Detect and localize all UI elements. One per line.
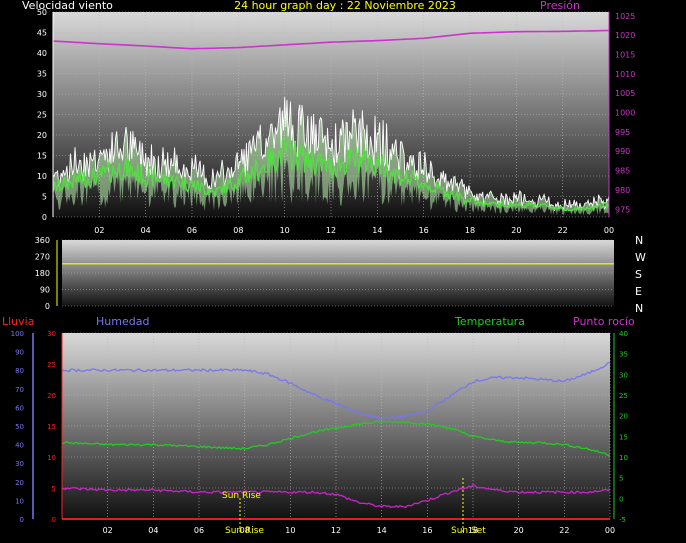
wind-tick-label: 20: [37, 131, 47, 140]
pressure-tick-label: 1020: [615, 31, 635, 40]
compass-label: S: [635, 268, 642, 281]
wind-tick-label: 10: [37, 172, 47, 181]
temperature-tick-label: 25: [619, 392, 628, 400]
pressure-tick-label: 1025: [615, 12, 635, 21]
humidity-tick-label: 10: [15, 497, 24, 505]
wind-x-tick-label: 20: [511, 226, 521, 235]
climate-x-tick-label: 00: [605, 526, 615, 535]
chart-title: 24 hour graph day : 22 Noviembre 2023: [234, 0, 456, 12]
weather-chart: 0510152025303540455097598098599099510001…: [2, 0, 646, 536]
humidity-tick-label: 80: [15, 367, 24, 375]
temperature-tick-label: 15: [619, 433, 628, 441]
climate-x-tick-label: 22: [559, 526, 569, 535]
wind-x-tick-label: 04: [141, 226, 151, 235]
humidity-label: Humedad: [96, 315, 149, 328]
temperature-tick-label: 20: [619, 413, 628, 421]
humidity-tick-label: 50: [15, 423, 24, 431]
humidity-tick-label: 20: [15, 479, 24, 487]
rain-tick-label: 25: [47, 361, 56, 369]
pressure-tick-label: 990: [615, 147, 630, 156]
rain-tick-label: 5: [52, 485, 56, 493]
temperature-tick-label: -5: [619, 516, 626, 524]
wind-tick-label: 45: [37, 29, 47, 38]
wind-x-tick-label: 16: [419, 226, 429, 235]
climate-x-tick-label: 04: [148, 526, 158, 535]
rain-tick-label: 0: [52, 516, 56, 524]
direction-tick-label: 0: [45, 302, 50, 311]
wind-tick-label: 0: [42, 213, 47, 222]
pressure-label: Presión: [540, 0, 580, 12]
direction-tick-label: 360: [35, 236, 50, 245]
compass-label: N: [635, 302, 643, 315]
temperature-tick-label: 40: [619, 330, 628, 338]
pressure-tick-label: 1010: [615, 70, 635, 79]
wind-x-tick-label: 00: [604, 226, 614, 235]
rain-tick-label: 20: [47, 392, 56, 400]
wind-speed-label: Velocidad viento: [22, 0, 113, 12]
rain-tick-label: 10: [47, 454, 56, 462]
wind-x-tick-label: 02: [94, 226, 104, 235]
direction-tick-label: 180: [35, 269, 50, 278]
climate-x-tick-label: 02: [103, 526, 113, 535]
wind-x-tick-label: 22: [558, 226, 568, 235]
wind-tick-label: 15: [37, 152, 47, 161]
wind-x-tick-label: 06: [187, 226, 197, 235]
pressure-tick-label: 1015: [615, 51, 635, 60]
temperature-tick-label: 10: [619, 454, 628, 462]
wind-x-tick-label: 08: [233, 226, 243, 235]
temperature-tick-label: 30: [619, 371, 628, 379]
wind-x-tick-label: 10: [280, 226, 290, 235]
pressure-tick-label: 980: [615, 186, 630, 195]
climate-x-tick-label: 20: [514, 526, 524, 535]
humidity-tick-label: 30: [15, 460, 24, 468]
pressure-tick-label: 1005: [615, 89, 635, 98]
humidity-tick-label: 70: [15, 386, 24, 394]
humidity-tick-label: 60: [15, 404, 24, 412]
climate-x-tick-label: 10: [285, 526, 295, 535]
humidity-tick-label: 40: [15, 442, 24, 450]
pressure-tick-label: 1000: [615, 109, 635, 118]
humidity-tick-label: 90: [15, 349, 24, 357]
wind-x-tick-label: 14: [372, 226, 382, 235]
wind-tick-label: 30: [37, 90, 47, 99]
pressure-tick-label: 985: [615, 167, 630, 176]
temperature-tick-label: 5: [619, 475, 623, 483]
sunrise-axis-annotation: Sun Rise: [225, 526, 264, 536]
temperature-tick-label: 35: [619, 351, 628, 359]
climate-x-tick-label: 12: [331, 526, 341, 535]
dewpoint-label: Punto rocío: [573, 315, 635, 328]
pressure-tick-label: 995: [615, 128, 630, 137]
compass-label: N: [635, 234, 643, 247]
sunrise-annotation: Sun Rise: [222, 491, 261, 501]
climate-x-tick-label: 14: [377, 526, 387, 535]
temperature-tick-label: 0: [619, 495, 623, 503]
wind-tick-label: 35: [37, 70, 47, 79]
wind-x-tick-label: 18: [465, 226, 475, 235]
humidity-tick-label: 100: [11, 330, 24, 338]
humidity-tick-label: 0: [20, 516, 24, 524]
wind-tick-label: 5: [42, 193, 47, 202]
sunset-axis-annotation: Sun Set: [451, 526, 486, 536]
direction-tick-label: 90: [40, 286, 50, 295]
wind-tick-label: 25: [37, 111, 47, 120]
temperature-label: Temperatura: [454, 315, 525, 328]
rain-tick-label: 30: [47, 330, 56, 338]
climate-x-tick-label: 16: [422, 526, 432, 535]
climate-x-tick-label: 06: [194, 526, 204, 535]
compass-label: W: [635, 251, 646, 264]
direction-tick-label: 270: [35, 253, 50, 262]
pressure-tick-label: 975: [615, 205, 630, 214]
compass-label: E: [635, 285, 642, 298]
rain-tick-label: 15: [47, 423, 56, 431]
wind-tick-label: 40: [37, 49, 47, 58]
wind-x-tick-label: 12: [326, 226, 336, 235]
rain-label: Lluvia: [2, 315, 34, 328]
